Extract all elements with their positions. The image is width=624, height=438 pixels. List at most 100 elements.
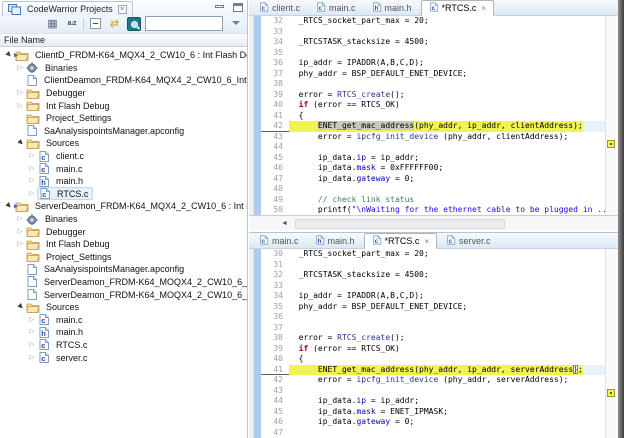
code-line[interactable]: 35: [261, 48, 605, 59]
tree-item[interactable]: ▷ h main.h: [0, 326, 247, 339]
code-line[interactable]: 43: [261, 386, 605, 397]
tree-item[interactable]: ▶ Sources: [0, 301, 247, 314]
code-line[interactable]: 33: [261, 27, 605, 38]
tree-item[interactable]: ▷ Binaries: [0, 62, 247, 75]
close-icon[interactable]: ×: [481, 4, 486, 13]
close-icon[interactable]: ×: [117, 4, 127, 14]
search-button[interactable]: [126, 16, 141, 31]
tree-item[interactable]: ▷ Debugger: [0, 87, 247, 100]
layout-menu-button[interactable]: ▦: [45, 16, 60, 31]
expand-arrow-icon[interactable]: ▷: [27, 151, 37, 161]
code-line[interactable]: 49 // check link status: [261, 195, 605, 206]
sort-button[interactable]: a↓z: [64, 16, 79, 31]
code-line[interactable]: 32 _RTCS_socket_part_max = 20;: [261, 16, 605, 27]
scrollbar-thumb[interactable]: [295, 219, 505, 229]
code-line[interactable]: 31: [261, 260, 605, 271]
code-line[interactable]: 40 {: [261, 354, 605, 365]
code-line[interactable]: 40 if (error == RTCS_OK): [261, 100, 605, 111]
code-line[interactable]: 34 _RTCSTASK_stacksize = 4500;: [261, 37, 605, 48]
code-line[interactable]: 47: [261, 428, 605, 438]
code-line[interactable]: 46 ip_data.gateway = 0;: [261, 417, 605, 428]
expand-arrow-icon[interactable]: ▷: [15, 101, 25, 111]
code-line[interactable]: 44 ip_data.ip = ip_addr;: [261, 396, 605, 407]
tree-item[interactable]: ▷ h main.h: [0, 175, 247, 188]
code-line[interactable]: 32 _RTCSTASK_stacksize = 4500;: [261, 270, 605, 281]
code-line[interactable]: 37 phy_addr = BSP_DEFAULT_ENET_DEVICE;: [261, 69, 605, 80]
collapse-all-button[interactable]: [88, 16, 103, 31]
expand-arrow-icon[interactable]: ▷: [27, 189, 37, 199]
tree-item[interactable]: ▷ Int Flash Debug: [0, 99, 247, 112]
code-line[interactable]: 38 error = RTCS_create();: [261, 333, 605, 344]
code-line[interactable]: 33: [261, 281, 605, 292]
expand-arrow-icon[interactable]: ▷: [15, 63, 25, 73]
code-line[interactable]: 42 ENET_get_mac_address(phy_addr, ip_add…: [261, 121, 605, 132]
tree-item[interactable]: ServerDeamon_FRDM-K64_MOQX4_2_CW10_6_Int…: [0, 288, 247, 301]
expand-arrow-icon[interactable]: ▷: [27, 164, 37, 174]
expand-arrow-icon[interactable]: ▷: [15, 88, 25, 98]
code-line[interactable]: 39 error = RTCS_create();: [261, 90, 605, 101]
expand-arrow-icon[interactable]: ▷: [27, 327, 37, 337]
code-line[interactable]: 38: [261, 79, 605, 90]
overview-ruler[interactable]: [605, 249, 618, 438]
overview-ruler[interactable]: [605, 16, 618, 215]
scroll-left-icon[interactable]: ◄: [281, 220, 288, 227]
editor-tab-main.c[interactable]: c main.c: [252, 234, 306, 248]
tree-item[interactable]: ▶ ServerDeamon_FRDM-K64_MQX4_2_CW10_6 : I…: [0, 200, 247, 213]
code-line[interactable]: 41 ENET_get_mac_address(phy_addr, ip_add…: [261, 364, 605, 375]
tree-item[interactable]: SaAnalysispointsManager.apconfig: [0, 125, 247, 138]
expand-arrow-icon[interactable]: ▷: [27, 176, 37, 186]
code-line[interactable]: 44: [261, 142, 605, 153]
tab-codewarrior-projects[interactable]: CodeWarrior Projects ×: [2, 1, 133, 16]
collapse-arrow-icon[interactable]: ▶: [3, 201, 13, 211]
tree-item[interactable]: ▷ c main.c: [0, 162, 247, 175]
view-menu-icon[interactable]: [232, 21, 240, 25]
expand-arrow-icon[interactable]: ▷: [15, 227, 25, 237]
code-line[interactable]: 45 ip_data.mask = ENET_IPMASK;: [261, 407, 605, 418]
minimize-button[interactable]: [214, 4, 225, 12]
expand-arrow-icon[interactable]: ▷: [15, 239, 25, 249]
tree-item[interactable]: ▷ c server.c: [0, 351, 247, 364]
editor-top-code[interactable]: 32 _RTCS_socket_part_max = 20; 33 34 _RTCS…: [261, 16, 605, 215]
collapse-arrow-icon[interactable]: ▶: [15, 138, 25, 148]
tree-item[interactable]: ▷ c main.c: [0, 313, 247, 326]
code-line[interactable]: 43 error = ipcfg_init_device (phy_addr, …: [261, 132, 605, 143]
link-with-editor-button[interactable]: ⇄: [107, 16, 122, 31]
expand-arrow-icon[interactable]: ▷: [27, 353, 37, 363]
code-line[interactable]: 36 ip_addr = IPADDR(A,B,C,D);: [261, 58, 605, 69]
tree-item[interactable]: ▷ Int Flash Debug: [0, 238, 247, 251]
code-line[interactable]: 35 phy_addr = BSP_DEFAULT_ENET_DEVICE;: [261, 302, 605, 313]
expand-arrow-icon[interactable]: ▷: [27, 340, 37, 350]
tree-item[interactable]: ▷ c client.c: [0, 150, 247, 163]
tree-item[interactable]: ▷ c RTCS.c: [0, 187, 247, 201]
editor-tab-main.h[interactable]: h main.h: [308, 234, 362, 248]
code-line[interactable]: 42 error = ipcfg_init_device (phy_addr, …: [261, 375, 605, 386]
code-line[interactable]: 30 _RTCS_socket_part_max = 20;: [261, 249, 605, 260]
editor-tab-RTCS.c[interactable]: c *RTCS.c ×: [420, 0, 495, 16]
code-line[interactable]: 34 ip_addr = IPADDR(A,B,C,D);: [261, 291, 605, 302]
editor-bottom-code[interactable]: 30 _RTCS_socket_part_max = 20; 31 32 _RTCS…: [261, 249, 605, 438]
occurrence-marker[interactable]: [607, 389, 615, 397]
tree-item[interactable]: Project_Settings: [0, 112, 247, 125]
code-line[interactable]: 47 ip_data.gateway = 0;: [261, 174, 605, 185]
expand-arrow-icon[interactable]: ▷: [27, 315, 37, 325]
editor-tab-client.c[interactable]: c client.c: [252, 1, 307, 15]
tree-item[interactable]: ▷ Debugger: [0, 225, 247, 238]
horizontal-scrollbar[interactable]: ◄: [249, 215, 618, 231]
occurrence-marker[interactable]: [607, 140, 615, 148]
tree-item[interactable]: ▷ Binaries: [0, 213, 247, 226]
expand-arrow-icon[interactable]: ▷: [15, 214, 25, 224]
code-line[interactable]: 48: [261, 184, 605, 195]
tree-item[interactable]: SaAnalysispointsManager.apconfig: [0, 263, 247, 276]
editor-tab-server.c[interactable]: c server.c: [439, 234, 498, 248]
tree-item[interactable]: ClientDeamon_FRDM-K64_MQX4_2_CW10_6_Int …: [0, 74, 247, 87]
editor-tab-RTCS.c[interactable]: c *RTCS.c ×: [363, 233, 438, 249]
editor-tab-main.h[interactable]: h main.h: [365, 1, 419, 15]
code-line[interactable]: 37: [261, 323, 605, 334]
code-line[interactable]: 46 ip_data.mask = 0xFFFFFF00;: [261, 163, 605, 174]
code-line[interactable]: 41 {: [261, 111, 605, 122]
tree-item[interactable]: ServerDeamon_FRDM-K64_MOQX4_2_CW10_6_Int…: [0, 276, 247, 289]
tree-item[interactable]: ▶ Sources: [0, 137, 247, 150]
collapse-arrow-icon[interactable]: ▶: [3, 50, 13, 60]
code-line[interactable]: 39 if (error == RTCS_OK): [261, 344, 605, 355]
search-input[interactable]: [145, 16, 223, 31]
